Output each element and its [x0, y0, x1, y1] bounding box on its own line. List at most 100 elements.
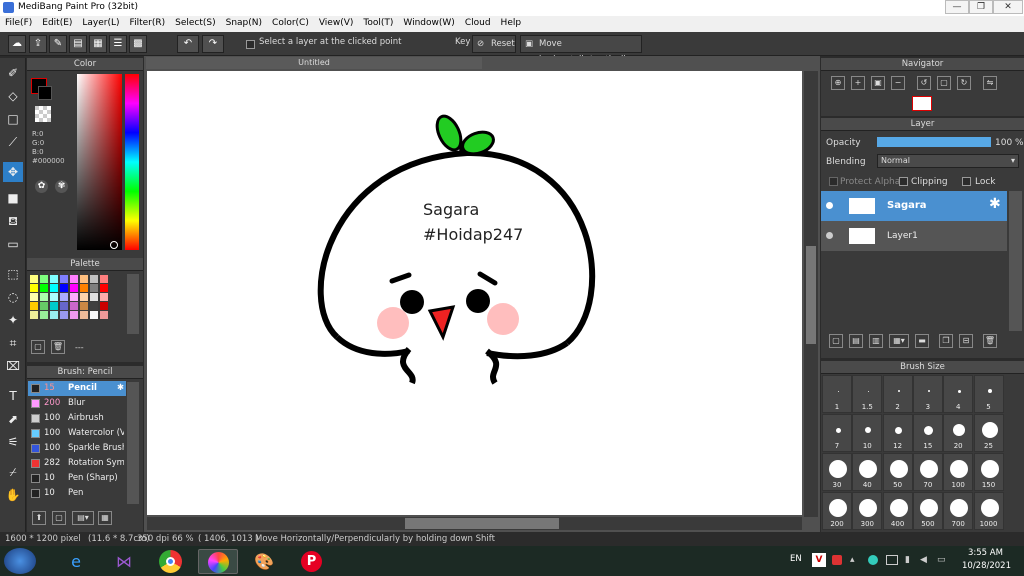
redo-icon[interactable]: ↷: [202, 35, 224, 53]
brush-item[interactable]: 100 Sparkle Brush: [28, 441, 126, 456]
delete-layer-icon[interactable]: 🗑: [983, 334, 997, 348]
copy-brush-icon[interactable]: ▢: [52, 511, 66, 525]
reset-view-icon[interactable]: ▢: [937, 76, 951, 90]
gradient-tool-icon[interactable]: ▭: [3, 234, 23, 254]
horizontal-scroll-thumb[interactable]: [405, 518, 559, 529]
brush-size-cell[interactable]: 7: [822, 414, 852, 452]
tray-monitor-icon[interactable]: [886, 555, 898, 565]
brush-size-cell[interactable]: 1: [822, 375, 852, 413]
select-layer-checkbox[interactable]: [246, 40, 255, 49]
brush-settings-icon[interactable]: ▦: [98, 511, 112, 525]
brush-size-cell[interactable]: 70: [912, 453, 943, 491]
brush-scrollbar[interactable]: [127, 382, 139, 504]
brush-item[interactable]: 100 Watercolor (V: [28, 426, 126, 441]
palette-swatch[interactable]: [90, 311, 98, 319]
palette-swatch[interactable]: [40, 284, 48, 292]
comment-icon[interactable]: ✎: [49, 35, 67, 53]
signal-icon[interactable]: ▮: [905, 555, 910, 565]
navigator-thumbnail[interactable]: [912, 96, 932, 111]
menu-filter[interactable]: Filter(R): [125, 16, 171, 28]
brush-tool-icon[interactable]: ✐: [3, 63, 23, 83]
layer-row-sagara[interactable]: Sagara ✱: [821, 191, 1007, 221]
list-icon[interactable]: ☰: [109, 35, 127, 53]
palette-swatch[interactable]: [30, 275, 38, 283]
battery-icon[interactable]: ▭: [937, 555, 946, 565]
zoom-in-icon[interactable]: +: [851, 76, 865, 90]
pinterest-icon[interactable]: P: [292, 549, 332, 574]
brush-size-cell[interactable]: 3: [912, 375, 943, 413]
palette-swatch[interactable]: [50, 275, 58, 283]
eyedropper-icon[interactable]: ⌿: [3, 462, 23, 482]
internet-explorer-icon[interactable]: e: [56, 549, 96, 574]
language-indicator[interactable]: EN: [790, 554, 802, 564]
background-color[interactable]: [38, 86, 52, 100]
rotate-left-icon[interactable]: ↺: [917, 76, 931, 90]
color-picker-cursor[interactable]: [110, 241, 118, 249]
clock-date[interactable]: 10/28/2021: [962, 561, 1011, 571]
brush-size-cell[interactable]: 5: [973, 375, 1004, 413]
brush-size-cell[interactable]: 4: [943, 375, 974, 413]
palette-swatch[interactable]: [100, 302, 108, 310]
select-eraser-icon[interactable]: ⌧: [3, 356, 23, 376]
brush-size-cell[interactable]: 15: [912, 414, 943, 452]
palette-swatch[interactable]: [100, 293, 108, 301]
brush-size-cell[interactable]: 20: [943, 414, 974, 452]
actual-size-icon[interactable]: ▣: [871, 76, 885, 90]
zoom-out-icon[interactable]: −: [891, 76, 905, 90]
tray-status-icon[interactable]: [868, 555, 878, 565]
duplicate-layer-icon[interactable]: ❐: [939, 334, 953, 348]
tray-flag-icon[interactable]: [832, 555, 842, 565]
brush-item[interactable]: 10 Pen: [28, 486, 126, 501]
palette-swatch[interactable]: [100, 275, 108, 283]
color-wheel-icon[interactable]: ✾: [55, 180, 68, 193]
volume-icon[interactable]: ◀: [920, 555, 927, 565]
palette-swatch[interactable]: [80, 275, 88, 283]
brush-size-cell[interactable]: 500: [912, 492, 943, 530]
new-halftone-layer-icon[interactable]: ▤: [849, 334, 863, 348]
grid-icon[interactable]: ▩: [129, 35, 147, 53]
brush-size-cell[interactable]: 1000: [973, 492, 1004, 530]
protect-alpha-checkbox[interactable]: [829, 177, 838, 186]
vertical-scrollbar[interactable]: [804, 71, 818, 517]
pen-tool-icon[interactable]: ⟋: [3, 132, 23, 152]
brush-item[interactable]: 200 Blur: [28, 396, 126, 411]
palette-swatch[interactable]: [30, 284, 38, 292]
brush-size-cell[interactable]: 300: [852, 492, 883, 530]
palette-swatch[interactable]: [70, 302, 78, 310]
menu-cloud[interactable]: Cloud: [460, 16, 496, 28]
palette-swatch[interactable]: [40, 311, 48, 319]
palette-swatch[interactable]: [90, 275, 98, 283]
palette-swatch[interactable]: [60, 284, 68, 292]
brush-size-cell[interactable]: 400: [882, 492, 913, 530]
folder-icon[interactable]: ▬: [915, 334, 929, 348]
clock-time[interactable]: 3:55 AM: [968, 548, 1003, 558]
palette-swatch[interactable]: [80, 284, 88, 292]
palette-swatch[interactable]: [40, 302, 48, 310]
paint-icon[interactable]: 🎨: [244, 549, 284, 574]
text-tool-icon[interactable]: T: [3, 386, 23, 406]
brush-size-cell[interactable]: 200: [822, 492, 852, 530]
undo-icon[interactable]: ↶: [177, 35, 199, 53]
brush-size-cell[interactable]: 12: [882, 414, 913, 452]
brush-item[interactable]: 100 Airbrush: [28, 411, 126, 426]
bucket-tool-icon[interactable]: ⛾: [3, 211, 23, 231]
flip-icon[interactable]: ⇋: [983, 76, 997, 90]
blending-select[interactable]: Normal ▾: [877, 154, 1019, 168]
menu-color[interactable]: Color(C): [267, 16, 314, 28]
menu-view[interactable]: View(V): [314, 16, 359, 28]
delete-palette-icon[interactable]: 🗑: [51, 340, 65, 354]
close-button[interactable]: ✕: [993, 0, 1023, 14]
select-rect-icon[interactable]: ⬚: [3, 264, 23, 284]
operation-tool-icon[interactable]: ⬈: [3, 409, 23, 429]
palette-swatch[interactable]: [40, 293, 48, 301]
palette-swatch[interactable]: [60, 302, 68, 310]
brush-size-cell[interactable]: 50: [882, 453, 913, 491]
palette-swatch[interactable]: [100, 284, 108, 292]
lock-checkbox[interactable]: [962, 177, 971, 186]
palette-swatch[interactable]: [60, 293, 68, 301]
palette-swatch[interactable]: [90, 293, 98, 301]
palette-swatch[interactable]: [100, 311, 108, 319]
palette-swatch[interactable]: [60, 275, 68, 283]
brush-size-cell[interactable]: 150: [973, 453, 1004, 491]
new-8bit-layer-icon[interactable]: ▥: [869, 334, 883, 348]
